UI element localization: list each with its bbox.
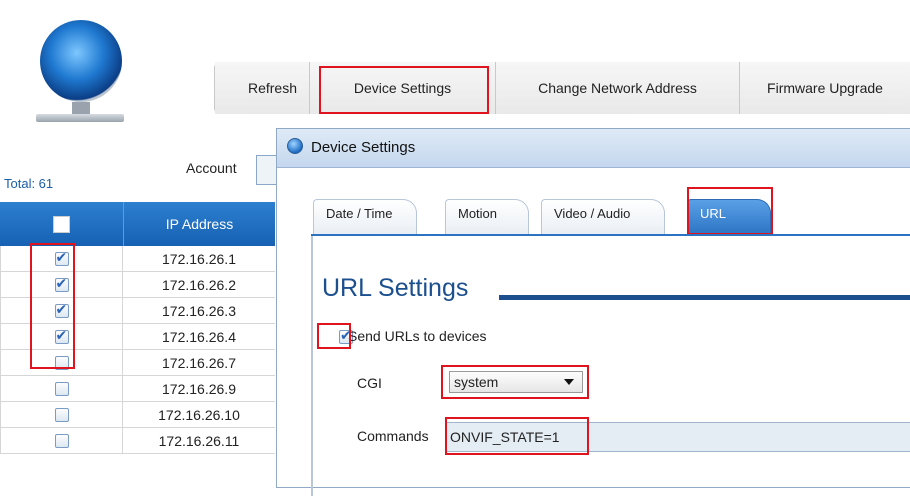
logo-stand: [72, 102, 90, 114]
ip-address-cell: 172.16.26.10: [158, 406, 240, 423]
section-title-underline: [499, 295, 910, 300]
cgi-select-value: system: [454, 374, 499, 390]
ip-address-cell: 172.16.26.1: [162, 250, 236, 267]
table-row[interactable]: 172.16.26.10: [0, 402, 275, 428]
content-border: [311, 236, 313, 496]
grid-body: 172.16.26.1 172.16.26.2 172.16.26.3 172.16.…: [0, 246, 275, 454]
table-row[interactable]: 172.16.26.1: [0, 246, 275, 272]
logo-base: [36, 114, 124, 122]
commands-input[interactable]: ONVIF_STATE=1: [445, 422, 910, 452]
select-all-checkbox[interactable]: [53, 215, 70, 233]
ip-address-cell: 172.16.26.4: [162, 328, 236, 345]
dialog-app-icon: [287, 138, 303, 154]
section-title: URL Settings: [322, 274, 469, 302]
table-row[interactable]: 172.16.26.4: [0, 324, 275, 350]
table-row[interactable]: 172.16.26.3: [0, 298, 275, 324]
row-checkbox[interactable]: [54, 328, 69, 344]
row-checkbox[interactable]: [54, 250, 69, 266]
cgi-select[interactable]: system: [449, 371, 583, 393]
chevron-down-icon: [564, 379, 574, 385]
change-network-address-button[interactable]: Change Network Address: [495, 62, 739, 114]
device-grid: IP Address 172.16.26.1172.16.26.2172.16.…: [0, 202, 275, 454]
ip-address-cell: 172.16.26.2: [162, 276, 236, 293]
row-checkbox[interactable]: [54, 433, 69, 448]
tab-video-audio[interactable]: Video / Audio: [541, 199, 665, 235]
account-label: Account: [186, 160, 237, 176]
row-checkbox[interactable]: [54, 407, 69, 422]
row-checkbox[interactable]: [54, 276, 69, 292]
total-count: Total: 61: [4, 176, 54, 191]
grid-header: IP Address: [0, 202, 275, 246]
ip-address-cell: 172.16.26.11: [158, 432, 240, 449]
tab-date-time[interactable]: Date / Time: [313, 199, 417, 235]
send-urls-label: Send URLs to devices: [348, 328, 487, 344]
ip-address-cell: 172.16.26.7: [162, 354, 236, 371]
refresh-button[interactable]: Refresh: [215, 62, 309, 114]
dialog-title: Device Settings: [311, 139, 416, 156]
tab-url[interactable]: URL: [687, 199, 771, 235]
table-row[interactable]: 172.16.26.11: [0, 428, 275, 454]
table-row[interactable]: 172.16.26.9: [0, 376, 275, 402]
table-row[interactable]: 172.16.26.2: [0, 272, 275, 298]
ip-address-cell: 172.16.26.9: [162, 380, 236, 397]
row-checkbox[interactable]: [54, 381, 69, 396]
device-settings-dialog: Device Settings Date / Time Motion Video…: [276, 128, 910, 496]
device-settings-button[interactable]: Device Settings: [309, 62, 495, 114]
row-checkbox[interactable]: [54, 302, 69, 318]
tab-motion[interactable]: Motion: [445, 199, 529, 235]
cgi-label: CGI: [357, 375, 382, 391]
tab-underline: [311, 234, 910, 236]
row-checkbox[interactable]: [54, 355, 69, 370]
table-row[interactable]: 172.16.26.7: [0, 350, 275, 376]
ip-address-header[interactable]: IP Address: [124, 202, 275, 246]
app-logo-icon: [40, 20, 122, 102]
firmware-upgrade-button[interactable]: Firmware Upgrade: [739, 62, 910, 114]
ip-address-cell: 172.16.26.3: [162, 302, 236, 319]
commands-label: Commands: [357, 428, 429, 444]
